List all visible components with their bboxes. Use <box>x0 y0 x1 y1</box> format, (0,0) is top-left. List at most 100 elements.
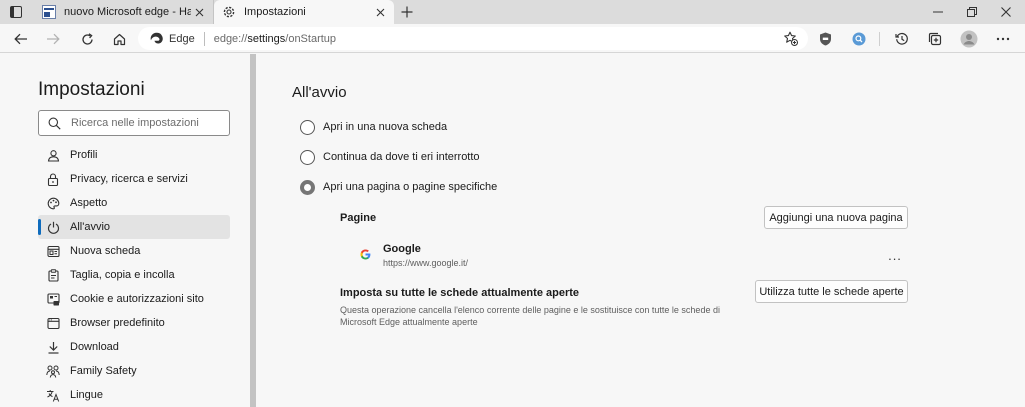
option-continue[interactable]: Continua da dove ti eri interrotto <box>300 148 480 166</box>
tab-actions-icon <box>10 6 22 18</box>
page-more-button[interactable]: ... <box>885 248 905 263</box>
option-specific-pages[interactable]: Apri una pagina o pagine specifiche <box>300 178 497 196</box>
sidebar-title: Impostazioni <box>38 79 145 100</box>
back-button[interactable] <box>10 28 32 50</box>
hardware-site-icon <box>42 5 56 19</box>
history-icon <box>895 32 908 45</box>
close-tab-button[interactable] <box>372 4 388 20</box>
radio-button[interactable] <box>300 149 315 165</box>
address-separator <box>203 31 205 46</box>
sidebar-item-family-safety[interactable]: Family Safety <box>38 359 230 383</box>
sidebar-item-label: Browser predefinito <box>70 317 165 329</box>
pages-section-label: Pagine <box>340 212 377 224</box>
arrow-right-icon <box>47 33 60 45</box>
clipboard-icon <box>47 268 59 282</box>
plus-icon <box>401 6 413 18</box>
appearance-icon <box>47 197 59 209</box>
page-url: https://www.google.it/ <box>383 258 469 268</box>
power-icon <box>47 221 59 234</box>
sidebar-item-allavvio[interactable]: All'avvio <box>38 215 230 239</box>
restore-button[interactable] <box>955 0 989 24</box>
tab-strip: nuovo Microsoft edge - Hardware Impostaz… <box>0 0 1025 24</box>
minimize-button[interactable] <box>921 0 955 24</box>
settings-more-button[interactable] <box>992 28 1014 50</box>
arrow-left-icon <box>14 33 27 45</box>
radio-button[interactable] <box>300 119 315 135</box>
set-all-tabs-title: Imposta su tutte le schede attualmente a… <box>340 287 580 299</box>
site-permissions-icon <box>46 292 60 305</box>
settings-search-input[interactable] <box>71 117 221 129</box>
sidebar-item-label: Aspetto <box>70 197 108 209</box>
toolbar: Edge edge://settings/onStartup <box>0 24 1025 53</box>
close-tab-button[interactable] <box>191 4 207 20</box>
url-path: /onStartup <box>285 32 337 45</box>
sidebar-item-aspetto[interactable]: Aspetto <box>38 191 230 215</box>
sidebar-item-browser-predefinito[interactable]: Browser predefinito <box>38 311 230 335</box>
family-icon <box>46 365 60 378</box>
avatar-icon <box>960 30 978 48</box>
sidebar-item-label: Privacy, ricerca e servizi <box>70 173 188 185</box>
add-favorite-button[interactable] <box>783 31 798 46</box>
settings-search-box[interactable] <box>38 110 230 136</box>
use-all-tabs-button[interactable]: Utilizza tutte le schede aperte <box>755 280 908 303</box>
settings-nav: Profili Privacy, ricerca e servizi Aspet… <box>38 143 230 407</box>
sidebar-item-download[interactable]: Download <box>38 335 230 359</box>
option-new-tab[interactable]: Apri in una nuova scheda <box>300 118 447 136</box>
page-title: All'avvio <box>292 84 347 101</box>
close-icon <box>195 8 203 16</box>
tab-title: Impostazioni <box>244 6 306 18</box>
radio-button-checked[interactable] <box>300 179 315 195</box>
new-tab-icon <box>46 245 60 257</box>
collections-button[interactable] <box>924 28 946 50</box>
profile-button[interactable] <box>958 28 980 50</box>
sidebar-item-lingue[interactable]: Lingue <box>38 383 230 407</box>
toolbar-separator <box>879 32 880 46</box>
close-icon <box>376 8 384 16</box>
refresh-icon <box>81 32 93 45</box>
sidebar-item-label: Family Safety <box>70 365 137 377</box>
tab-actions-button[interactable] <box>4 2 28 22</box>
new-tab-button[interactable] <box>398 3 416 21</box>
collections-icon <box>928 32 942 46</box>
address-bar[interactable]: Edge edge://settings/onStartup <box>138 27 808 50</box>
settings-main: All'avvio Apri in una nuova scheda Conti… <box>256 54 1025 407</box>
settings-sidebar: Impostazioni Profili Privacy, ricerca e … <box>0 54 250 407</box>
gear-icon <box>223 6 235 18</box>
sidebar-item-label: Cookie e autorizzazioni sito <box>70 293 204 305</box>
sidebar-item-label: Download <box>70 341 119 353</box>
browser-icon <box>46 317 60 329</box>
sidebar-item-profili[interactable]: Profili <box>38 143 230 167</box>
sidebar-item-clipboard[interactable]: Taglia, copia e incolla <box>38 263 230 287</box>
forward-button[interactable] <box>42 28 64 50</box>
sidebar-item-label: All'avvio <box>70 221 111 233</box>
minimize-icon <box>933 11 943 13</box>
tab-settings[interactable]: Impostazioni <box>214 0 394 24</box>
tab-hardware[interactable]: nuovo Microsoft edge - Hardware <box>34 0 214 24</box>
edge-logo-icon <box>150 32 163 44</box>
extension-search-button[interactable] <box>848 28 870 50</box>
sidebar-item-label: Nuova scheda <box>70 245 141 257</box>
profile-icon <box>47 149 59 162</box>
lock-icon <box>47 172 59 186</box>
option-label: Apri una pagina o pagine specifiche <box>323 181 498 193</box>
extension-shield-button[interactable] <box>814 28 836 50</box>
home-button[interactable] <box>108 28 130 50</box>
sidebar-item-label: Profili <box>70 149 98 161</box>
sidebar-item-nuova-scheda[interactable]: Nuova scheda <box>38 239 230 263</box>
add-page-button[interactable]: Aggiungi una nuova pagina <box>764 206 908 229</box>
window-close-button[interactable] <box>989 0 1023 24</box>
shield-icon <box>819 32 831 46</box>
sidebar-item-privacy[interactable]: Privacy, ricerca e servizi <box>38 167 230 191</box>
url-host: settings <box>247 32 286 45</box>
more-horizontal-icon <box>996 37 1010 41</box>
search-icon <box>48 117 61 130</box>
option-label: Continua da dove ti eri interrotto <box>323 151 480 163</box>
google-logo-icon <box>360 249 371 260</box>
refresh-button[interactable] <box>76 28 98 50</box>
url-prefix: edge:// <box>213 32 248 45</box>
set-all-tabs-description: Questa operazione cancella l'elenco corr… <box>340 305 720 327</box>
sidebar-item-cookie[interactable]: Cookie e autorizzazioni sito <box>38 287 230 311</box>
startup-page-entry: Google https://www.google.it/ <box>360 242 910 272</box>
page-name: Google <box>383 243 421 255</box>
history-button[interactable] <box>891 28 913 50</box>
